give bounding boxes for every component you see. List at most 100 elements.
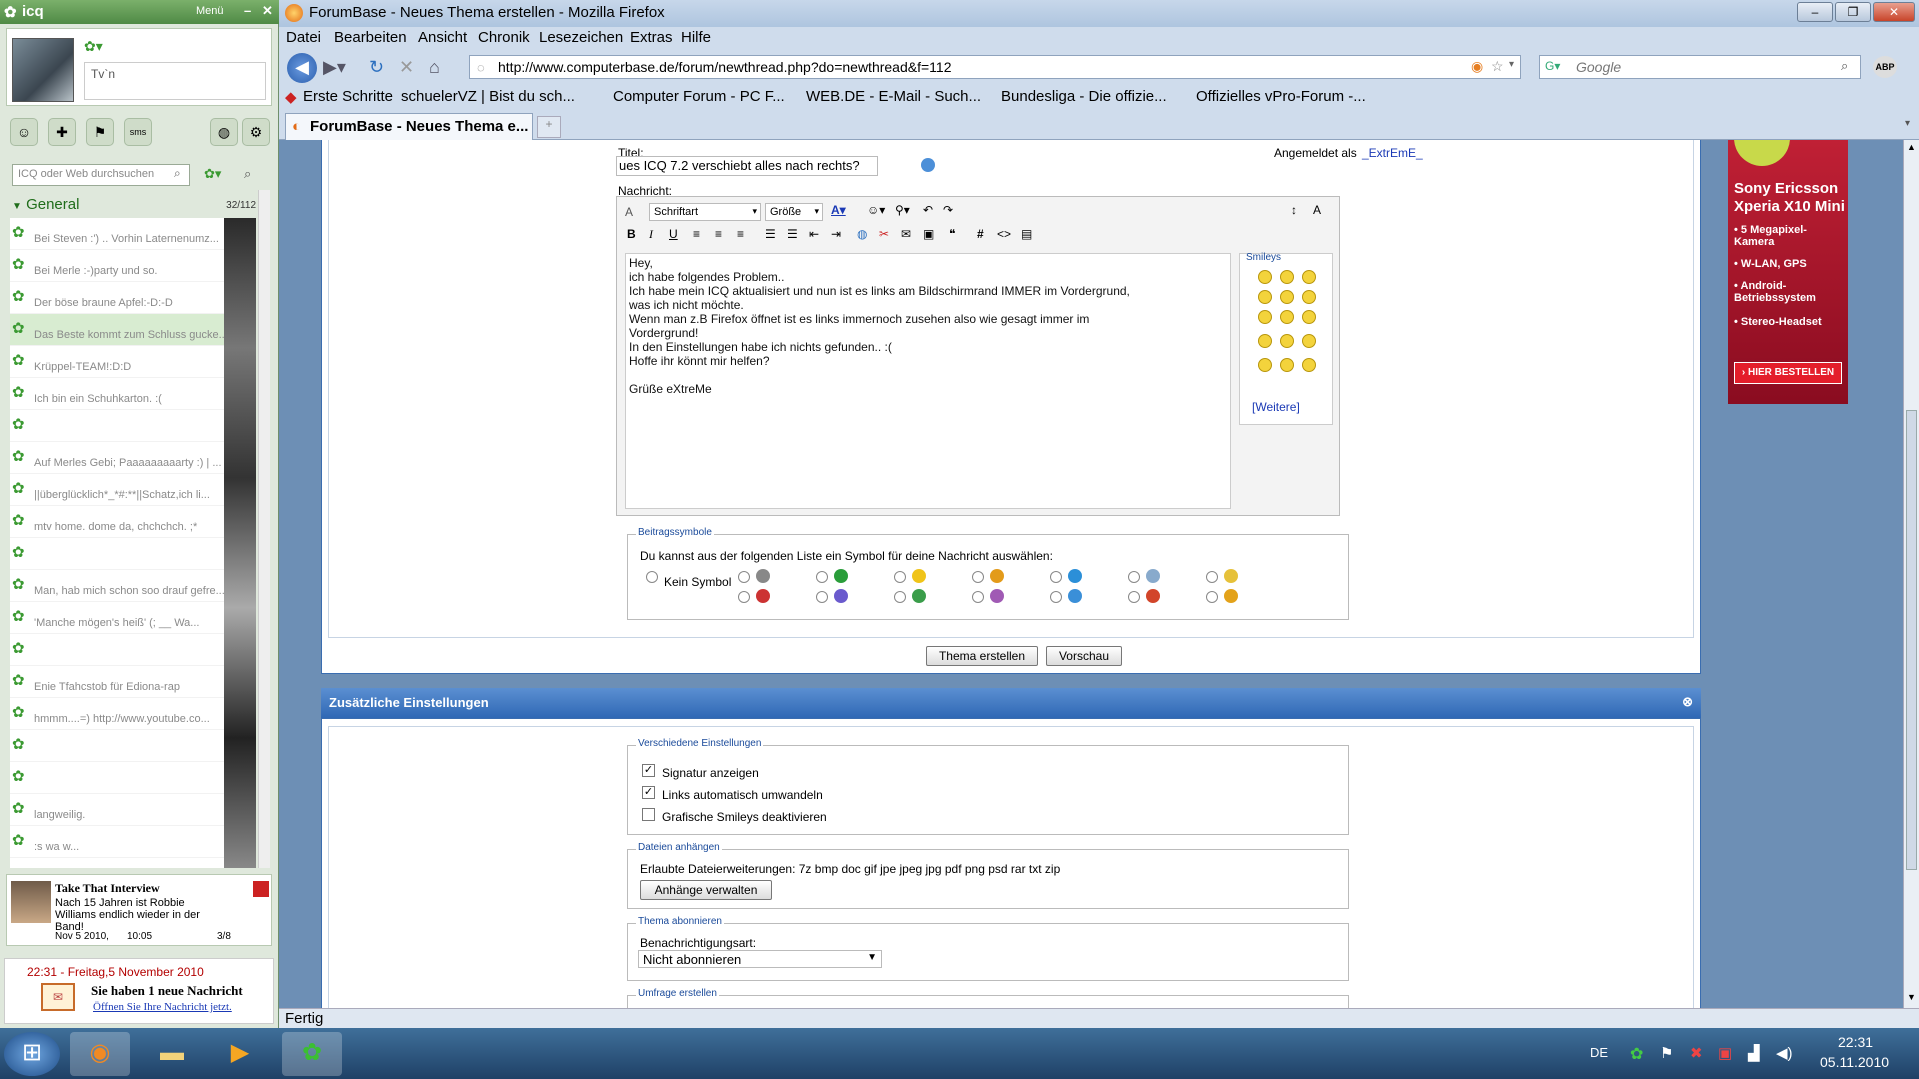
post-icon-radio[interactable] [894,571,906,583]
post-icon-radio[interactable] [816,591,828,603]
minimize-icon[interactable]: – [244,3,251,18]
add-contact-icon[interactable]: ✚ [48,118,76,146]
forward-icon[interactable]: ▶▾ [323,57,346,78]
post-icon-radio[interactable] [972,591,984,603]
size-select[interactable]: Größe ▾ [765,203,823,221]
icq-menu-button[interactable]: Menü [196,5,224,17]
contact-list-item[interactable]: ✿:s wa w... [10,826,224,858]
contact-list-item[interactable]: ✿ [10,634,224,666]
indent-icon[interactable]: ⇥ [831,227,841,241]
search-icon[interactable]: ⌕ [1841,58,1848,74]
sms-icon[interactable]: sms [124,118,152,146]
contact-list-item[interactable]: ✿ Der böse braune Apfel:-D:-D [10,282,224,314]
italic-icon[interactable]: I [649,227,653,242]
url-bar[interactable]: http://www.computerbase.de/forum/newthre… [469,55,1521,79]
link-icon[interactable]: ◍ [857,227,867,241]
outdent-icon[interactable]: ⇤ [809,227,819,241]
news-panel[interactable]: Take That Interview Nach 15 Jahren ist R… [6,874,272,946]
align-right-icon[interactable]: ≡ [737,227,744,241]
globe-icon[interactable]: ◍ [210,118,238,146]
smiley-icon[interactable] [1258,270,1272,284]
scroll-thumb[interactable] [1906,410,1917,870]
contact-list-scrollbar[interactable] [258,190,270,868]
format-icon[interactable]: A [625,205,633,219]
contact-list-item[interactable]: ✿ hmmm....=) http://www.youtube.co... [10,698,224,730]
contact-list-item[interactable]: ✿ Krüppel-TEAM!:D:D [10,346,224,378]
contact-list-item[interactable]: ✿ ||überglücklich*_*#:**||Schatz,ich li..… [10,474,224,506]
bookmark-webde[interactable]: WEB.DE - E-Mail - Such... [806,88,981,105]
undo-icon[interactable]: ↶ [923,203,933,217]
icq-search-input[interactable]: ICQ oder Web durchsuchen [12,164,190,186]
smiley-icon[interactable] [1302,310,1316,324]
tray-network-icon[interactable]: ▟ [1748,1044,1760,1062]
contact-list-item[interactable]: ✿ Enie Tfahcstob für Ediona-rap [10,666,224,698]
contact-list-item[interactable]: ✿ [10,762,224,794]
smiley-icon[interactable] [1302,270,1316,284]
bookmark-schuelervz[interactable]: schuelerVZ | Bist du sch... [401,88,575,105]
contact-list-item[interactable]: ✿ mtv home. dome da, chchchch. ;* [10,506,224,538]
menu-bearbeiten[interactable]: Bearbeiten [334,29,407,46]
star-icon[interactable]: ☆ [1491,58,1504,75]
clock-time[interactable]: 22:31 [1838,1034,1873,1050]
auto-links-checkbox[interactable]: ✓ [642,786,655,799]
url-dropdown-icon[interactable]: ▾ [1509,59,1514,70]
search-box[interactable]: Google [1539,55,1861,79]
settings-icon[interactable]: ⚙ [242,118,270,146]
attach-icon[interactable]: ⚲▾ [895,203,910,217]
image-icon[interactable]: ▣ [923,227,934,241]
smiley-icon[interactable] [1280,358,1294,372]
contact-list-item[interactable]: ✿ Man, hab mich schon soo drauf gefre... [10,570,224,602]
smiley-icon[interactable] [1258,290,1272,304]
menu-lesezeichen[interactable]: Lesezeichen [539,29,623,46]
bookmark-bundesliga[interactable]: Bundesliga - Die offizie... [1001,88,1167,105]
menu-extras[interactable]: Extras [630,29,673,46]
font-select[interactable]: Schriftart ▾ [649,203,761,221]
disable-smileys-checkbox[interactable] [642,808,655,821]
contact-list-item[interactable]: ✿ 'Manche mögen's heiß' (; __ Wa... [10,602,224,634]
flag-icon[interactable]: ⚑ [86,118,114,146]
menu-hilfe[interactable]: Hilfe [681,29,711,46]
find-icon[interactable]: ⌕ [244,166,251,182]
news-title[interactable]: Take That Interview [55,881,160,896]
align-left-icon[interactable]: ≡ [693,227,700,241]
smiley-icon[interactable] [1302,290,1316,304]
contact-list-item[interactable]: ✿ langweilig. [10,794,224,826]
avatar[interactable] [12,38,74,102]
tray-volume-icon[interactable]: ◀) [1776,1044,1793,1062]
username-link[interactable]: _ExtrEmE_ [1362,146,1423,160]
post-icon-radio[interactable] [816,571,828,583]
taskbar-firefox[interactable]: ◉ [70,1032,130,1076]
tab-list-icon[interactable]: ▾ [1905,118,1910,129]
home-icon[interactable]: ⌂ [429,57,440,78]
unlink-icon[interactable]: ✂ [879,227,889,241]
maximize-button[interactable]: ❐ [1835,2,1871,22]
post-icon-radio[interactable] [1050,591,1062,603]
stop-icon[interactable]: ✕ [399,57,414,78]
unordered-list-icon[interactable]: ☰ [787,227,798,241]
smiley-icon[interactable] [1280,334,1294,348]
language-indicator[interactable]: DE [1590,1045,1608,1060]
hash-icon[interactable]: # [977,227,984,241]
status-message-input[interactable]: Tv`n [84,62,266,100]
contact-list-item[interactable]: ✿ [10,730,224,762]
email-icon[interactable]: ✉ [901,227,911,241]
page-scrollbar[interactable]: ▲ ▼ [1903,140,1919,1008]
scroll-up-icon[interactable]: ▲ [1907,142,1916,152]
create-thread-button[interactable]: Thema erstellen [926,646,1038,666]
message-alert[interactable]: 22:31 - Freitag,5 November 2010 ✉ Sie ha… [4,958,274,1024]
code-icon[interactable]: <> [997,227,1011,241]
post-icon-radio[interactable] [1128,591,1140,603]
sony-ericsson-ad[interactable]: Sony Ericsson Xperia X10 Mini • 5 Megapi… [1728,140,1848,404]
smiley-icon[interactable] [1258,310,1272,324]
subscribe-select[interactable]: Nicht abonnieren ▼ [638,950,882,968]
align-center-icon[interactable]: ≡ [715,227,722,241]
alert-link[interactable]: Öffnen Sie Ihre Nachricht jetzt. [93,1001,232,1013]
redo-icon[interactable]: ↷ [943,203,953,217]
preview-button[interactable]: Vorschau [1046,646,1122,666]
message-textarea[interactable]: Hey, ich habe folgendes Problem.. Ich ha… [625,253,1231,509]
collapse-icon[interactable]: ⊗ [1682,694,1693,710]
tray-flag-icon[interactable]: ⚑ [1660,1044,1673,1062]
tray-antivirus-icon[interactable]: ▣ [1718,1044,1732,1062]
minimize-button[interactable]: – [1797,2,1833,22]
post-icon-radio[interactable] [1206,571,1218,583]
